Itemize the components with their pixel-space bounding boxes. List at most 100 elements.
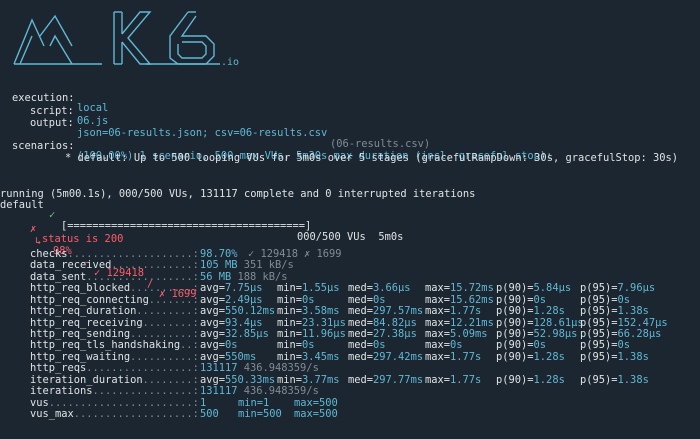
scenario-complete-icon: ✓ [49,209,56,222]
metric-value: 98.70% [200,248,238,260]
option-extra-output: (06-results.csv) [330,138,431,151]
metric-row: vus.......................: 1 min=1 max=500 [0,396,700,409]
progress-bar: [======================================] [61,220,312,233]
progress-tail: 000/500 VUs 5m0s [297,230,404,243]
metric-stat: avg=550ms [200,350,257,363]
metric-dots: ..: [180,339,199,352]
metric-value: 56 MB [200,270,232,283]
metric-name: vus [30,396,49,409]
scenarios-key: scenarios: [12,139,75,152]
metric-pass-count: ✓ 129418 [248,248,299,260]
script-line: script: 06.js [0,95,108,126]
option-value-script: 06.js [77,115,109,128]
metric-stat: p(90)=1.28s [496,305,565,318]
metric-stat: min=0s [277,339,315,352]
option-value-output: json=06-results.json; csv=06-results.csv [77,127,328,140]
metric-stat: max=5.09ms [425,328,488,340]
metric-name: checks [30,248,68,260]
option-key-script: script: [30,104,74,117]
metric-dots: ........: [142,373,199,386]
metric-stat: avg=93.4µs [200,316,263,329]
metric-stat: p(90)=0s [496,293,547,306]
metric-stat: p(95)=66.28µs [580,328,662,340]
metric-value: 105 MB [200,259,238,272]
metric-dots: .........: [136,305,199,318]
option-key-output: output: [30,116,74,129]
metric-name: iterations [30,385,93,398]
metric-row: data_received.............: 105 MB 351 kB/… [0,260,700,271]
metric-dots: ..........: [130,328,199,340]
progress-line: default ✓ [=============================… [0,189,403,242]
metric-row: http_req_waiting..........: avg=550ms min=… [0,352,700,363]
metric-stat: min=1.55µs [277,282,340,295]
metric-dots: .......................: [48,396,199,409]
metric-row: iterations................: 131117 436.948… [0,386,700,397]
metric-dots: ................: [92,385,199,398]
metric-value: 500 [200,408,219,421]
metric-name: http_req_duration [30,305,137,318]
metric-stat: p(95)=152.47µs [580,316,668,329]
metric-row: http_req_receiving........: avg=93.4µs min… [0,316,700,329]
metric-dots: ........: [142,316,199,329]
metric-stat: avg=550.33ms [200,373,276,386]
metric-name: http_req_waiting [30,350,131,363]
metric-dots: .................: [86,362,199,375]
metric-row: http_req_sending..........: avg=32.85µs mi… [0,329,700,340]
metric-stat: min=3.58ms [277,305,340,318]
metric-stat: max=15.72ms [425,282,494,295]
metric-stat: med=0s [348,293,386,306]
check-label: status is 200 [42,233,124,246]
metric-rate: 436.948359/s [243,362,319,375]
metric-stat: avg=550.12ms [200,305,276,318]
metric-stat: p(90)=52.98µs [496,328,578,340]
metric-value: 131117 [200,385,238,398]
metric-stat: p(95)=0s [580,339,631,352]
metric-stat: max=0s [425,339,463,352]
metric-name: http_req_connecting [30,293,149,306]
metric-stat: avg=32.85µs [200,328,269,340]
metric-row: http_req_duration.........: avg=550.12ms m… [0,306,700,317]
running-status: running (5m00.1s), 000/500 VUs, 131117 c… [0,187,476,200]
output-line: output: json=06-results.json; csv=06-res… [0,107,430,149]
metric-value: 131117 [200,362,238,375]
scenario-detail: * default: Up to 500 looping VUs for 5m0… [65,151,679,164]
metric-stat: med=297.57ms [348,305,424,318]
metric-stat: p(90)=1.28s [496,350,565,363]
metric-stat: avg=2.49µs [200,293,263,306]
metric-stat: min=3.77ms [277,373,340,386]
scenario-detail-line: * default: Up to 500 looping VUs for 5m0… [0,142,678,162]
metric-fail-count: ✗ 1699 [304,248,342,260]
metric-row: http_req_blocked..........: avg=7.75µs min… [0,283,700,294]
metric-name: http_req_tls_handshaking [30,339,181,352]
metric-row: http_req_tls_handshaking..: avg=0s min=0s m… [0,340,700,351]
metric-rate: 436.948359/s [243,385,319,398]
metric-stat: avg=0s [200,339,238,352]
execution-line: execution: local [0,82,108,113]
metric-stat: max=1.77s [425,350,482,363]
metric-stat: p(90)=5.84µs [496,282,572,295]
metric-stat: p(95)=1.38s [580,305,649,318]
metric-name: iteration_duration [30,373,143,386]
metric-stat: min=23.31µs [277,316,346,329]
metric-stat: max=15.62ms [425,293,494,306]
check-fail-icon: ✗ [30,222,37,235]
metric-stat: p(95)=7.96µs [580,282,656,295]
metric-stat: med=27.38µs [348,328,417,340]
check-arrow-icon: ↳ [35,234,42,247]
metric-stat: p(90)=0s [496,339,547,352]
metric-name: http_reqs [30,362,87,375]
metric-row: checks....................: 98.70% ✓ 12941… [0,249,700,260]
metric-name: http_req_blocked [30,282,131,295]
metric-name: vus_max [30,408,74,421]
metric-dots: ....................: [67,248,199,260]
metric-dots: ..........: [130,282,199,295]
metric-rate: 188 kB/s [237,270,288,283]
k6-logo [10,6,240,70]
metric-stat: p(90)=128.61µs [496,316,584,329]
metric-stat: max=1.77s [425,373,482,386]
metric-dots: ...................: [73,408,199,421]
metric-stat: p(95)=1.38s [580,350,649,363]
metric-stat: med=0s [348,339,386,352]
metric-name: data_sent [30,270,87,283]
metric-value: 1 [200,396,207,409]
